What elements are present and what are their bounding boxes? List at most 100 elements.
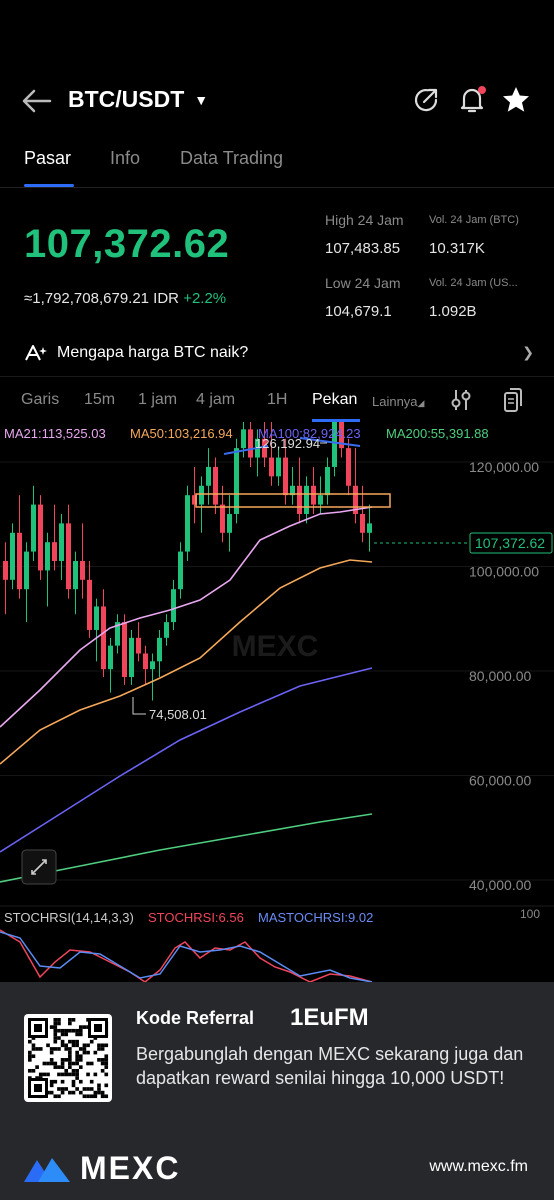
share-icon[interactable] xyxy=(410,84,442,116)
high-value: 107,483.85 xyxy=(325,240,401,257)
caret-down-icon: ▼ xyxy=(194,91,209,108)
candle xyxy=(59,513,64,580)
back-arrow-icon[interactable] xyxy=(20,84,54,118)
interval-1jam[interactable]: 1 jam xyxy=(138,391,177,409)
candle xyxy=(38,495,43,580)
high-marker: 126,192.94 xyxy=(255,436,320,451)
candle xyxy=(178,542,183,599)
main-tabs: Pasar Info Data Trading xyxy=(0,140,554,188)
candle xyxy=(213,457,218,514)
layout-switch-icon[interactable] xyxy=(502,387,524,413)
low-marker-line xyxy=(132,697,146,715)
chevron-right-icon: ❯ xyxy=(522,344,534,360)
stochrsi-legend: STOCHRSI(14,14,3,3) xyxy=(4,910,134,925)
interval-more-label: Lainnya xyxy=(372,394,418,409)
ma21-legend: MA21:113,525.03 xyxy=(4,426,106,441)
star-icon[interactable] xyxy=(500,84,532,116)
idr-price: ≈1,792,708,679.21 IDR +2.2% xyxy=(24,290,226,307)
candle xyxy=(290,466,295,505)
why-text: Mengapa harga BTC naik? xyxy=(57,344,249,361)
price-chart[interactable]: MEXC MA21:113,525.03 MA50:103,216.94 MA1… xyxy=(0,422,554,982)
candle xyxy=(304,476,309,524)
candle xyxy=(66,504,71,599)
price-axis-label: 80,000.00 xyxy=(469,668,531,684)
tab-info[interactable]: Info xyxy=(110,148,140,169)
mastochrsi-value: MASTOCHRSI:9.02 xyxy=(258,910,373,925)
tab-data-trading[interactable]: Data Trading xyxy=(180,148,283,169)
referral-text: Bergabunglah dengan MEXC sekarang juga d… xyxy=(136,1044,524,1088)
tab-underline xyxy=(24,184,74,187)
chart-watermark: MEXC xyxy=(232,630,319,663)
why-price-row[interactable]: Mengapa harga BTC naik? ❯ xyxy=(24,340,534,370)
candle xyxy=(10,523,15,590)
candle xyxy=(164,614,169,646)
candle xyxy=(150,653,155,701)
candle xyxy=(227,495,232,552)
candle xyxy=(52,504,57,571)
indicator-settings-icon[interactable] xyxy=(450,388,472,412)
candle xyxy=(248,422,253,467)
pair-selector[interactable]: BTC/USDT ▼ xyxy=(68,86,208,113)
mexc-logo-text: MEXC xyxy=(80,1150,181,1186)
candle xyxy=(31,485,36,562)
qr-code xyxy=(24,1014,112,1102)
candle xyxy=(318,476,323,514)
pair-label: BTC/USDT xyxy=(68,86,185,112)
candle xyxy=(206,448,211,505)
bell-icon[interactable] xyxy=(456,84,488,116)
last-price: 107,372.62 xyxy=(24,222,230,266)
candle xyxy=(297,457,302,524)
candle xyxy=(80,523,85,599)
ma50-legend: MA50:103,216.94 xyxy=(130,426,233,441)
candle xyxy=(45,532,50,607)
candle xyxy=(157,629,162,677)
referral-code[interactable]: 1EuFM xyxy=(290,1004,369,1032)
price-change: +2.2% xyxy=(183,290,227,307)
candle xyxy=(129,629,134,685)
mastochrsi-line xyxy=(0,931,373,982)
interval-pekan[interactable]: Pekan xyxy=(312,391,357,409)
tab-pasar[interactable]: Pasar xyxy=(24,148,71,169)
idr-value: ≈1,792,708,679.21 IDR xyxy=(24,290,180,307)
current-price-value: 107,372.62 xyxy=(475,535,545,551)
price-axis-label: 100,000.00 xyxy=(469,564,539,580)
candle xyxy=(87,561,92,638)
interval-more[interactable]: Lainnya◢ xyxy=(372,394,424,409)
candle xyxy=(24,542,29,623)
stochrsi-value: STOCHRSI:6.56 xyxy=(148,910,244,925)
candle xyxy=(353,448,358,524)
low-value: 104,679.1 xyxy=(325,303,392,320)
referral-banner: Kode Referral 1EuFM Bergabunglah dengan … xyxy=(0,982,554,1200)
candle xyxy=(94,598,99,662)
price-axis-label: 40,000.00 xyxy=(469,877,531,893)
candle xyxy=(346,438,351,496)
candle xyxy=(325,457,330,505)
high-label: High 24 Jam xyxy=(325,212,404,228)
candle xyxy=(367,504,372,552)
header-bar: BTC/USDT ▼ xyxy=(0,78,554,122)
candle xyxy=(199,476,204,533)
interval-1h[interactable]: 1H xyxy=(267,391,287,409)
candle xyxy=(276,448,281,486)
candle xyxy=(143,645,148,685)
ai-icon xyxy=(25,345,47,361)
interval-4jam[interactable]: 4 jam xyxy=(196,391,235,409)
low-label: Low 24 Jam xyxy=(325,275,401,291)
candle xyxy=(136,622,141,662)
vol-btc-label: Vol. 24 Jam (BTC) xyxy=(429,214,519,226)
interval-15m[interactable]: 15m xyxy=(84,391,115,409)
interval-garis[interactable]: Garis xyxy=(21,391,59,409)
ma100-line xyxy=(0,667,373,853)
vol-usdt-label: Vol. 24 Jam (US... xyxy=(429,277,518,289)
candle xyxy=(3,542,8,615)
candle xyxy=(171,579,176,630)
price-axis-label: 60,000.00 xyxy=(469,773,531,789)
fullscreen-button[interactable] xyxy=(21,849,57,885)
referral-label: Kode Referral xyxy=(136,1008,255,1028)
vol-btc-value: 10.317K xyxy=(429,240,485,257)
candle xyxy=(17,495,22,599)
mexc-logo: MEXC xyxy=(24,1150,180,1187)
interval-bar: Garis 15m 1 jam 4 jam 1H Pekan Lainnya◢ xyxy=(0,376,554,422)
site-url[interactable]: www.mexc.fm xyxy=(429,1158,528,1176)
candle xyxy=(73,551,78,615)
